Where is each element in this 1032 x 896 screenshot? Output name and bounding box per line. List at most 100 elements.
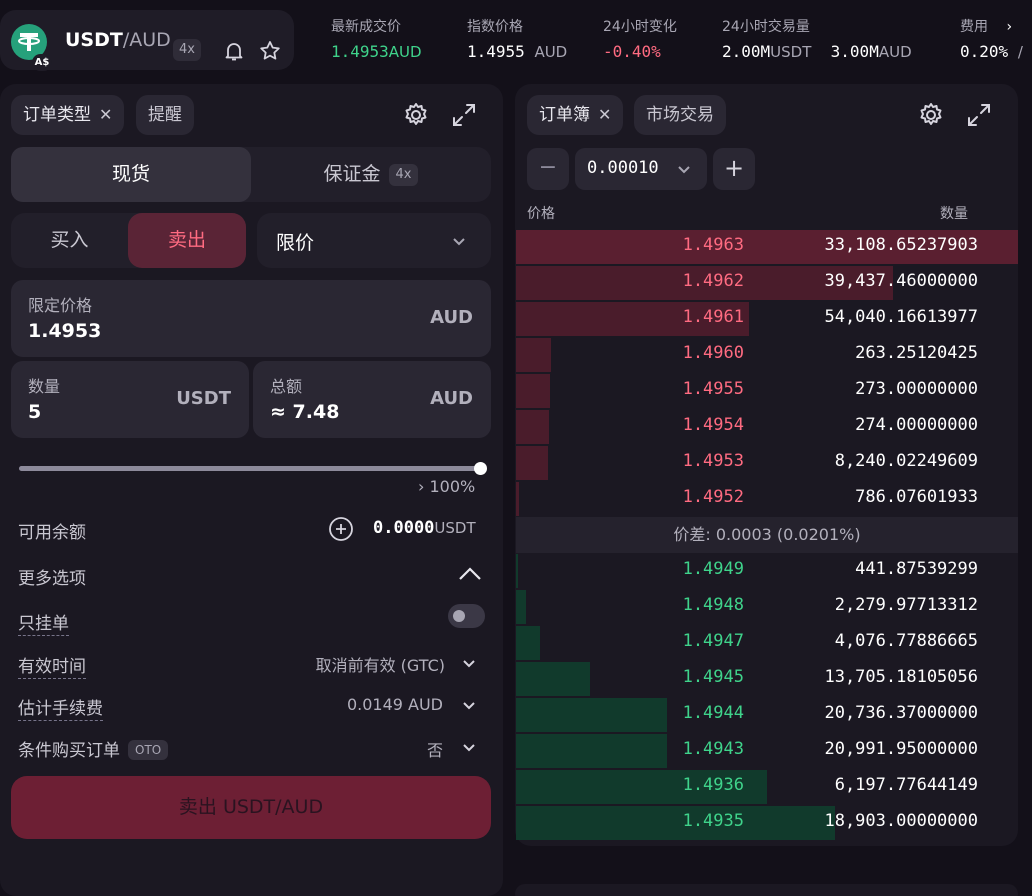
total-field[interactable]: 总额 ≈ 7.48 AUD [253,361,491,438]
stat-unit: / [1017,43,1023,61]
tab-order-book[interactable]: 订单簿 ✕ [527,95,624,135]
bid-row[interactable]: 1.4949 441.87539299 [516,553,1018,589]
chevron-down-icon[interactable] [460,654,478,672]
post-only-toggle[interactable] [448,604,485,628]
pair-base: USDT [65,29,123,51]
row-price: 1.4955 [682,379,744,399]
expand-icon[interactable] [450,101,478,129]
expand-icon[interactable] [965,101,993,129]
trade-mode-toggle: 现货 保证金 4x [11,147,491,202]
depth-bar [516,338,552,372]
ask-row[interactable]: 1.4955 273.00000000 [516,373,1018,409]
chevron-down-icon[interactable] [460,696,478,714]
quantity-field[interactable]: 数量 5 USDT [11,361,249,438]
close-icon[interactable]: ✕ [99,95,112,135]
depth-bar [516,482,519,516]
spread-row: 价差: 0.0003 (0.0201%) [516,517,1018,553]
row-price: 1.4945 [682,667,744,687]
bid-row[interactable]: 1.4943 20,991.95000000 [516,733,1018,769]
row-qty: 39,437.46000000 [824,271,978,291]
row-qty: 273.00000000 [855,379,978,399]
row-qty: 13,705.18105056 [824,667,978,687]
quantity-unit: USDT [176,388,231,409]
mode-margin-label: 保证金 [323,163,381,185]
stat-index-price: 指数价格 1.4955 AUD [467,17,567,64]
row-price: 1.4962 [682,271,744,291]
side-sell[interactable]: 卖出 [128,213,246,268]
gear-icon[interactable] [917,101,945,129]
tab-market-trades[interactable]: 市场交易 [634,95,726,135]
ask-row[interactable]: 1.4954 274.00000000 [516,409,1018,445]
stat-unit: AUD [388,43,422,61]
more-options-label[interactable]: 更多选项 [18,564,86,589]
side-buy[interactable]: 买入 [11,213,128,268]
stat-value: 0.20% [960,42,1009,61]
tick-increase-button[interactable]: + [713,148,755,190]
gear-icon[interactable] [402,101,430,129]
stat-value-2: 3.00M [830,42,879,61]
depth-bar [516,626,541,660]
depth-bar [516,446,549,480]
add-funds-icon[interactable] [328,516,354,542]
oto-value[interactable]: 否 [427,737,443,761]
mode-margin[interactable]: 保证金 4x [251,147,491,202]
ask-row[interactable]: 1.4962 39,437.46000000 [516,265,1018,301]
col-price-header: 价格 [527,206,555,222]
margin-leverage-chip: 4x [388,164,419,186]
close-icon[interactable]: ✕ [598,95,611,135]
ask-row[interactable]: 1.4960 263.25120425 [516,337,1018,373]
limit-price-field[interactable]: 限定价格 1.4953 AUD [11,280,491,357]
sell-submit-button[interactable]: 卖出 USDT/AUD [11,776,491,839]
chevron-up-icon[interactable] [456,562,484,586]
star-icon[interactable] [258,39,282,63]
ask-row[interactable]: 1.4963 33,108.65237903 [516,229,1018,265]
chevron-down-icon[interactable] [460,738,478,756]
tif-label: 有效时间 [18,657,86,679]
fee-label: 估计手续费 [18,699,103,721]
pair-selector[interactable]: A$ USDT/AUD 4x [0,10,294,71]
row-price: 1.4943 [682,739,744,759]
bell-icon[interactable] [222,39,246,63]
chevron-down-icon [678,166,690,174]
amount-slider-fill [19,466,480,471]
ask-row[interactable]: 1.4953 8,240.02249609 [516,445,1018,481]
bid-row[interactable]: 1.4935 18,903.00000000 [516,805,1018,841]
total-label: 总额 [270,377,303,396]
quantity-value: 5 [28,401,42,423]
chevron-right-icon: › [1006,19,1013,35]
tick-decrease-button[interactable]: − [527,148,569,190]
stat-last-price: 最新成交价 1.4953AUD [331,17,422,64]
total-value: ≈ 7.48 [270,401,340,423]
depth-bar [516,806,836,840]
row-price: 1.4949 [682,559,744,579]
ask-row[interactable]: 1.4952 786.07601933 [516,481,1018,517]
ask-row[interactable]: 1.4961 54,040.16613977 [516,301,1018,337]
row-price: 1.4960 [682,343,744,363]
quantity-label: 数量 [28,377,61,396]
bid-row[interactable]: 1.4936 6,197.77644149 [516,769,1018,805]
mode-spot[interactable]: 现货 [11,147,251,202]
stat-label: 费用 › [960,19,1013,35]
row-qty: 8,240.02249609 [834,451,978,471]
row-price: 1.4953 [682,451,744,471]
bid-row[interactable]: 1.4945 13,705.18105056 [516,661,1018,697]
col-qty-header: 数量 [940,206,968,222]
amount-slider-track[interactable] [19,462,487,475]
tab-alerts[interactable]: 提醒 [136,95,194,135]
bid-row[interactable]: 1.4944 20,736.37000000 [516,697,1018,733]
row-qty: 18,903.00000000 [824,811,978,831]
stat-fees[interactable]: 费用 › 0.20% / [960,17,1023,64]
limit-price-unit: AUD [430,307,473,328]
amount-slider-handle[interactable] [474,462,487,475]
order-kind-select[interactable]: 限价 [257,213,491,268]
tab-order-type[interactable]: 订单类型 ✕ [11,95,125,135]
tif-value[interactable]: 取消前有效 (GTC) [316,652,445,676]
bid-row[interactable]: 1.4948 2,279.97713312 [516,589,1018,625]
bid-row[interactable]: 1.4947 4,076.77886665 [516,625,1018,661]
tick-size-select[interactable]: 0.00010 [575,148,707,190]
row-qty: 20,736.37000000 [824,703,978,723]
row-qty: 441.87539299 [855,559,978,579]
aud-badge: A$ [32,54,52,71]
stat-value: 2.00M [722,42,771,61]
fee-value: 0.0149 AUD [346,695,443,714]
